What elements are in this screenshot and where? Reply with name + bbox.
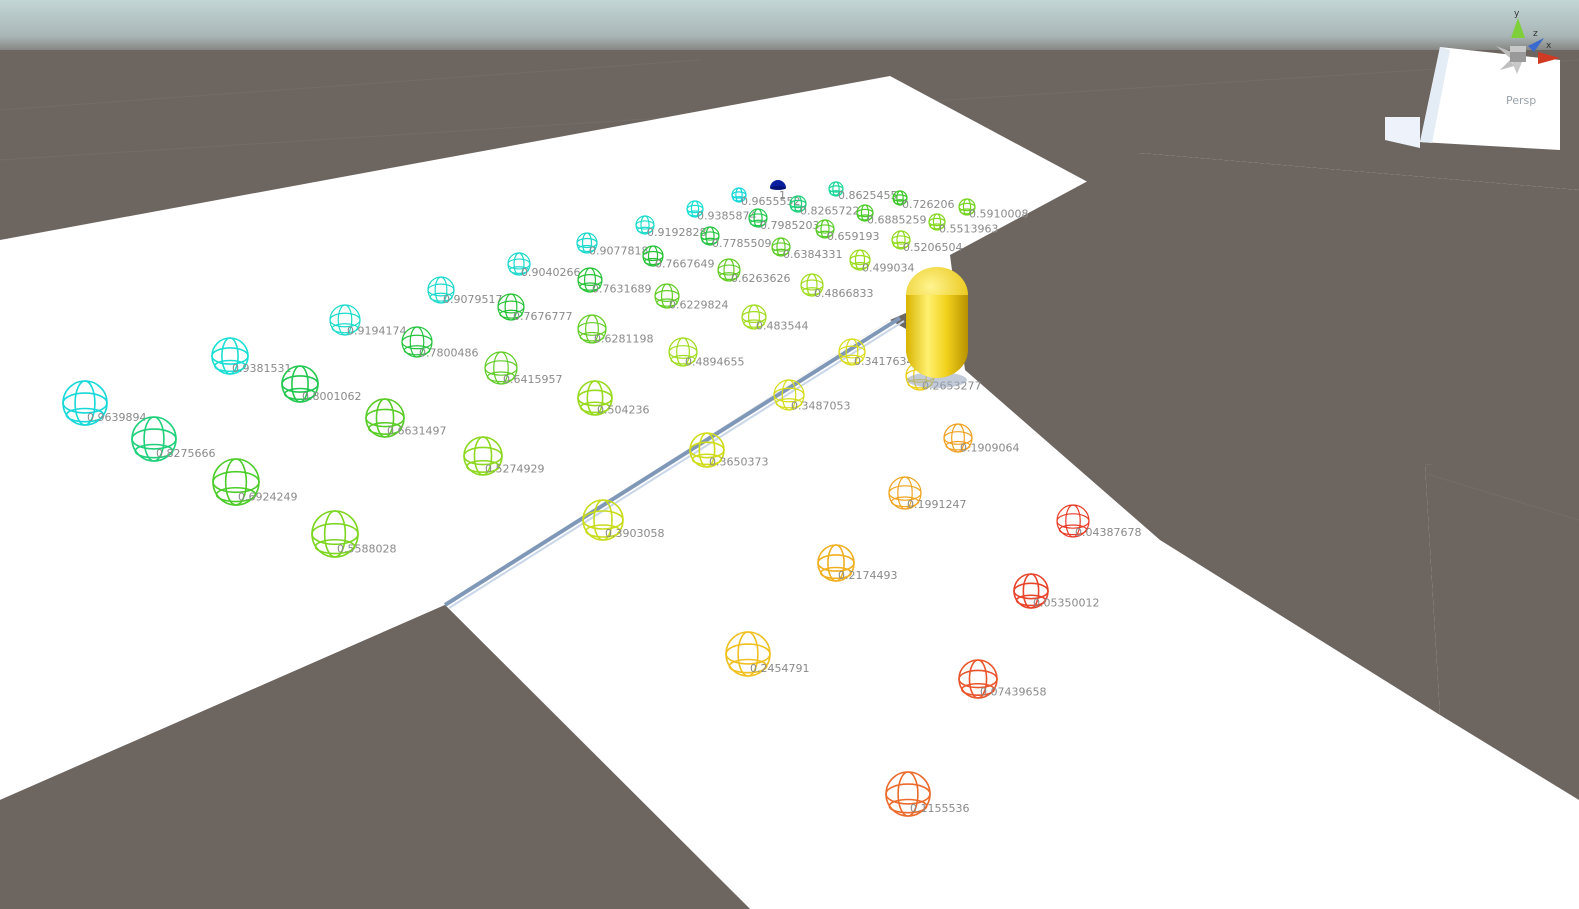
player-capsule[interactable] (906, 267, 968, 388)
waypoint-value-label: 0.1155536 (910, 802, 970, 815)
waypoint-value-label: 0.3650373 (709, 455, 769, 468)
waypoint-value-label: 0.04387678 (1075, 526, 1141, 539)
gizmo-y-label: y (1514, 9, 1520, 19)
waypoint-value-label: 0.7785509 (712, 237, 772, 250)
waypoint-value-label: 0.9192828 (647, 226, 707, 239)
waypoint-value-label: 0.5910008 (969, 207, 1029, 220)
gizmo-z-label: z (1533, 29, 1538, 39)
waypoint-value-label: 0.9381531 (232, 362, 292, 375)
waypoint-value-label: 0.504236 (597, 403, 650, 416)
waypoint-value-label: 0.9077818 (589, 245, 649, 258)
waypoint-value-label: 0.8001062 (302, 390, 362, 403)
waypoint-value-label: 0.6281198 (594, 333, 654, 346)
gizmo-x-label: x (1546, 41, 1552, 51)
waypoint-value-label: 0.9079517 (443, 293, 503, 306)
waypoint-value-label: 0.8265722 (800, 204, 860, 217)
waypoint-value-label: 0.7800486 (419, 346, 479, 359)
scene-viewport[interactable]: 0.96555520.93858740.91928280.90778180.90… (0, 0, 1579, 909)
goal-marker-label: 1 (779, 189, 786, 202)
waypoint-value-label: 0.9639894 (87, 411, 147, 424)
waypoint-value-label: 0.9385874 (697, 209, 757, 222)
waypoint-value-label: 0.5206504 (903, 241, 963, 254)
waypoint-value-label: 0.8625455 (838, 189, 898, 202)
waypoint-value-label: 0.1909064 (960, 442, 1020, 455)
waypoint-value-label: 0.8275666 (156, 447, 216, 460)
waypoint-value-label: 0.6631497 (387, 424, 447, 437)
waypoint-value-label: 0.7631689 (592, 283, 652, 296)
waypoint-value-label: 0.726206 (902, 198, 955, 211)
waypoint-value-label: 0.05350012 (1033, 596, 1099, 609)
waypoint-value-label: 0.4866833 (814, 287, 874, 300)
waypoint-value-label: 0.3487053 (791, 399, 851, 412)
waypoint-value-label: 0.5588028 (337, 543, 397, 556)
waypoint-value-label: 0.6384331 (783, 248, 843, 261)
waypoint-value-label: 0.483544 (756, 320, 809, 333)
waypoint-value-label: 0.659193 (827, 230, 880, 243)
waypoint-value-label: 0.6229824 (669, 299, 729, 312)
waypoint-value-label: 0.7985203 (760, 219, 820, 232)
waypoint-value-label: 0.7667649 (655, 258, 715, 271)
waypoint-value-label: 0.4894655 (685, 356, 745, 369)
waypoint-value-label: 0.6415957 (503, 373, 563, 386)
waypoint-value-label: 0.2174493 (838, 569, 898, 582)
waypoint-value-label: 0.1991247 (907, 498, 967, 511)
waypoint-value-label: 0.9040266 (521, 266, 581, 279)
waypoint-value-label: 0.6924249 (238, 491, 298, 504)
waypoint-value-label: 0.2454791 (750, 662, 810, 675)
waypoint-value-label: 0.9194174 (347, 324, 407, 337)
projection-label[interactable]: Persp (1506, 94, 1536, 107)
waypoint-value-label: 0.7676777 (513, 310, 573, 323)
waypoint-value-label: 0.5274929 (485, 462, 545, 475)
waypoint-value-label: 0.3417634 (854, 355, 914, 368)
waypoint-value-label: 0.3903058 (605, 527, 665, 540)
waypoint-value-label: 0.07439658 (980, 685, 1046, 698)
capsule-bottom (906, 322, 968, 378)
waypoint-value-label: 0.5513963 (939, 222, 999, 235)
waypoint-value-label: 0.499034 (862, 262, 915, 275)
gizmo-cube-top (1510, 46, 1526, 52)
waypoint-value-label: 0.6885259 (867, 213, 927, 226)
waypoint-value-label: 0.6263626 (731, 272, 791, 285)
